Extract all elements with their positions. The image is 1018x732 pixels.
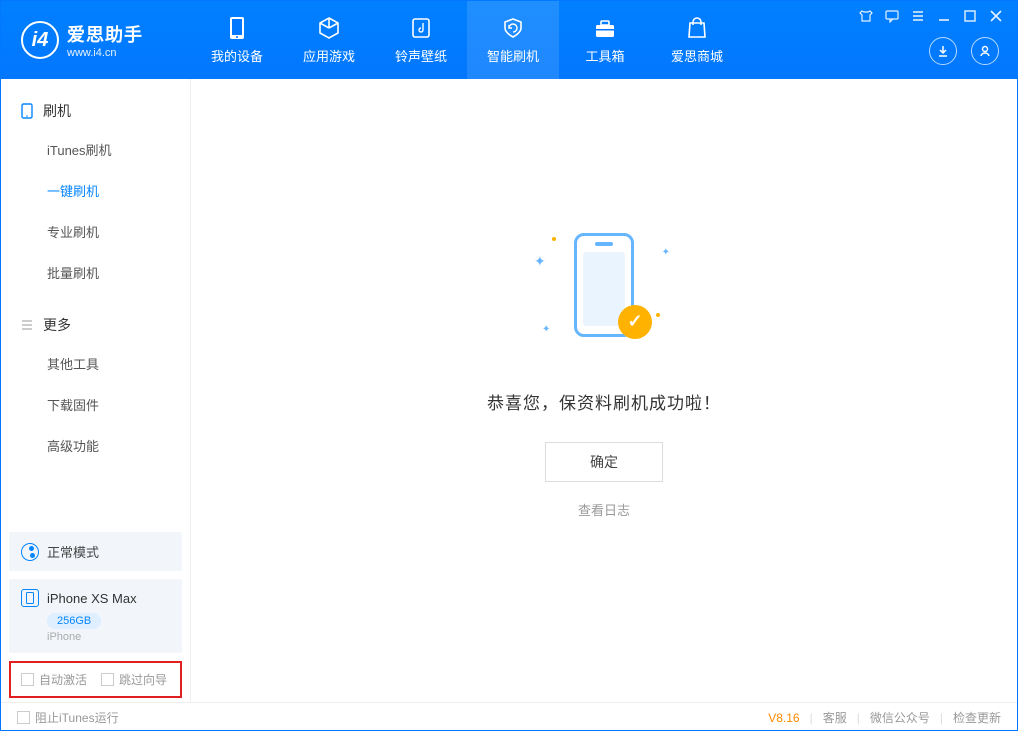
header-action-icons: [929, 37, 999, 65]
checkbox-label: 自动激活: [39, 671, 87, 688]
logo-area[interactable]: i4 爱思助手 www.i4.cn: [1, 21, 191, 59]
tab-ringtones[interactable]: 铃声壁纸: [375, 1, 467, 79]
view-log-link[interactable]: 查看日志: [578, 500, 630, 519]
wechat-link[interactable]: 微信公众号: [870, 709, 930, 726]
cube-icon: [317, 16, 341, 40]
checkbox-icon: [17, 711, 30, 724]
checkbox-icon: [101, 673, 114, 686]
divider: |: [940, 711, 943, 725]
maximize-icon[interactable]: [963, 9, 977, 23]
sidebar-item-pro-flash[interactable]: 专业刷机: [1, 211, 190, 252]
sidebar-item-other-tools[interactable]: 其他工具: [1, 343, 190, 384]
sparkle-icon: ✦: [542, 324, 550, 335]
tab-label: 应用游戏: [303, 46, 355, 65]
check-update-link[interactable]: 检查更新: [953, 709, 1001, 726]
logo-text: 爱思助手 www.i4.cn: [67, 21, 143, 59]
sidebar-item-advanced[interactable]: 高级功能: [1, 425, 190, 466]
app-url: www.i4.cn: [67, 47, 143, 59]
body-area: 刷机 iTunes刷机 一键刷机 专业刷机 批量刷机 更多 其他工具 下载固件 …: [1, 79, 1017, 702]
sidebar-head-flash: 刷机: [1, 93, 190, 129]
tab-label: 工具箱: [585, 46, 624, 65]
sidebar-head-more: 更多: [1, 307, 190, 343]
skin-icon[interactable]: [859, 9, 873, 23]
checkbox-label: 阻止iTunes运行: [35, 709, 119, 726]
list-icon: [19, 317, 35, 333]
sparkle-icon: ✦: [662, 247, 670, 258]
tab-apps-games[interactable]: 应用游戏: [283, 1, 375, 79]
checkbox-auto-activate[interactable]: 自动激活: [21, 671, 87, 688]
music-note-icon: [409, 16, 433, 40]
checkbox-icon: [21, 673, 34, 686]
toolbox-icon: [593, 16, 617, 40]
app-title: 爱思助手: [67, 21, 143, 47]
tab-my-device[interactable]: 我的设备: [191, 1, 283, 79]
sidebar-item-batch-flash[interactable]: 批量刷机: [1, 252, 190, 293]
sidebar-section-flash: 刷机 iTunes刷机 一键刷机 专业刷机 批量刷机: [1, 79, 190, 293]
shopping-bag-icon: [685, 16, 709, 40]
sidebar-item-onekey-flash[interactable]: 一键刷机: [1, 170, 190, 211]
sidebar: 刷机 iTunes刷机 一键刷机 专业刷机 批量刷机 更多 其他工具 下载固件 …: [1, 79, 191, 702]
options-highlighted-box: 自动激活 跳过向导: [9, 661, 182, 698]
checkbox-label: 跳过向导: [119, 671, 167, 688]
check-badge-icon: ✓: [618, 305, 652, 339]
tab-store[interactable]: 爱思商城: [651, 1, 743, 79]
version-label: V8.16: [768, 711, 799, 725]
support-link[interactable]: 客服: [823, 709, 847, 726]
tab-label: 智能刷机: [487, 46, 539, 65]
phone-icon: [225, 16, 249, 40]
sidebar-bottom: 正常模式 iPhone XS Max 256GB iPhone 自动激活 跳过向…: [1, 524, 190, 702]
download-icon[interactable]: [929, 37, 957, 65]
nav-tabs: 我的设备 应用游戏 铃声壁纸 智能刷机 工具箱 爱思商城: [191, 1, 743, 79]
app-logo-icon: i4: [21, 21, 59, 59]
dot-icon: [656, 313, 660, 317]
feedback-icon[interactable]: [885, 9, 899, 23]
device-name: iPhone XS Max: [47, 591, 137, 606]
mode-icon: [21, 543, 39, 561]
mode-box[interactable]: 正常模式: [9, 532, 182, 571]
close-icon[interactable]: [989, 9, 1003, 23]
user-icon[interactable]: [971, 37, 999, 65]
sidebar-item-itunes-flash[interactable]: iTunes刷机: [1, 129, 190, 170]
device-box[interactable]: iPhone XS Max 256GB iPhone: [9, 579, 182, 653]
device-row: iPhone XS Max: [21, 589, 170, 607]
sidebar-head-label: 更多: [43, 315, 71, 335]
menu-icon[interactable]: [911, 9, 925, 23]
divider: |: [857, 711, 860, 725]
header-bar: i4 爱思助手 www.i4.cn 我的设备 应用游戏 铃声壁纸 智能刷机 工具…: [1, 1, 1017, 79]
footer-bar: 阻止iTunes运行 V8.16 | 客服 | 微信公众号 | 检查更新: [1, 702, 1017, 732]
sidebar-head-label: 刷机: [43, 101, 71, 121]
footer-right: V8.16 | 客服 | 微信公众号 | 检查更新: [768, 709, 1001, 726]
tab-label: 爱思商城: [671, 46, 723, 65]
confirm-button[interactable]: 确定: [545, 442, 663, 482]
minimize-icon[interactable]: [937, 9, 951, 23]
success-illustration: ✦ ✦ ✦ ✓: [524, 223, 684, 363]
divider: |: [810, 711, 813, 725]
dot-icon: [552, 237, 556, 241]
refresh-shield-icon: [501, 16, 525, 40]
device-storage-badge: 256GB: [47, 613, 101, 629]
checkbox-prevent-itunes[interactable]: 阻止iTunes运行: [17, 709, 119, 726]
tab-label: 我的设备: [211, 46, 263, 65]
device-type: iPhone: [47, 631, 170, 643]
device-small-icon: [21, 589, 39, 607]
sidebar-item-download-firmware[interactable]: 下载固件: [1, 384, 190, 425]
sidebar-section-more: 更多 其他工具 下载固件 高级功能: [1, 293, 190, 466]
main-content: ✦ ✦ ✦ ✓ 恭喜您，保资料刷机成功啦！ 确定 查看日志: [191, 79, 1017, 702]
window-controls: [859, 9, 1003, 23]
sparkle-icon: ✦: [534, 253, 546, 270]
success-message: 恭喜您，保资料刷机成功啦！: [487, 389, 721, 414]
checkbox-skip-guide[interactable]: 跳过向导: [101, 671, 167, 688]
tab-label: 铃声壁纸: [395, 46, 447, 65]
tab-smart-flash[interactable]: 智能刷机: [467, 1, 559, 79]
device-outline-icon: [19, 103, 35, 119]
tab-toolbox[interactable]: 工具箱: [559, 1, 651, 79]
mode-label: 正常模式: [47, 542, 99, 561]
